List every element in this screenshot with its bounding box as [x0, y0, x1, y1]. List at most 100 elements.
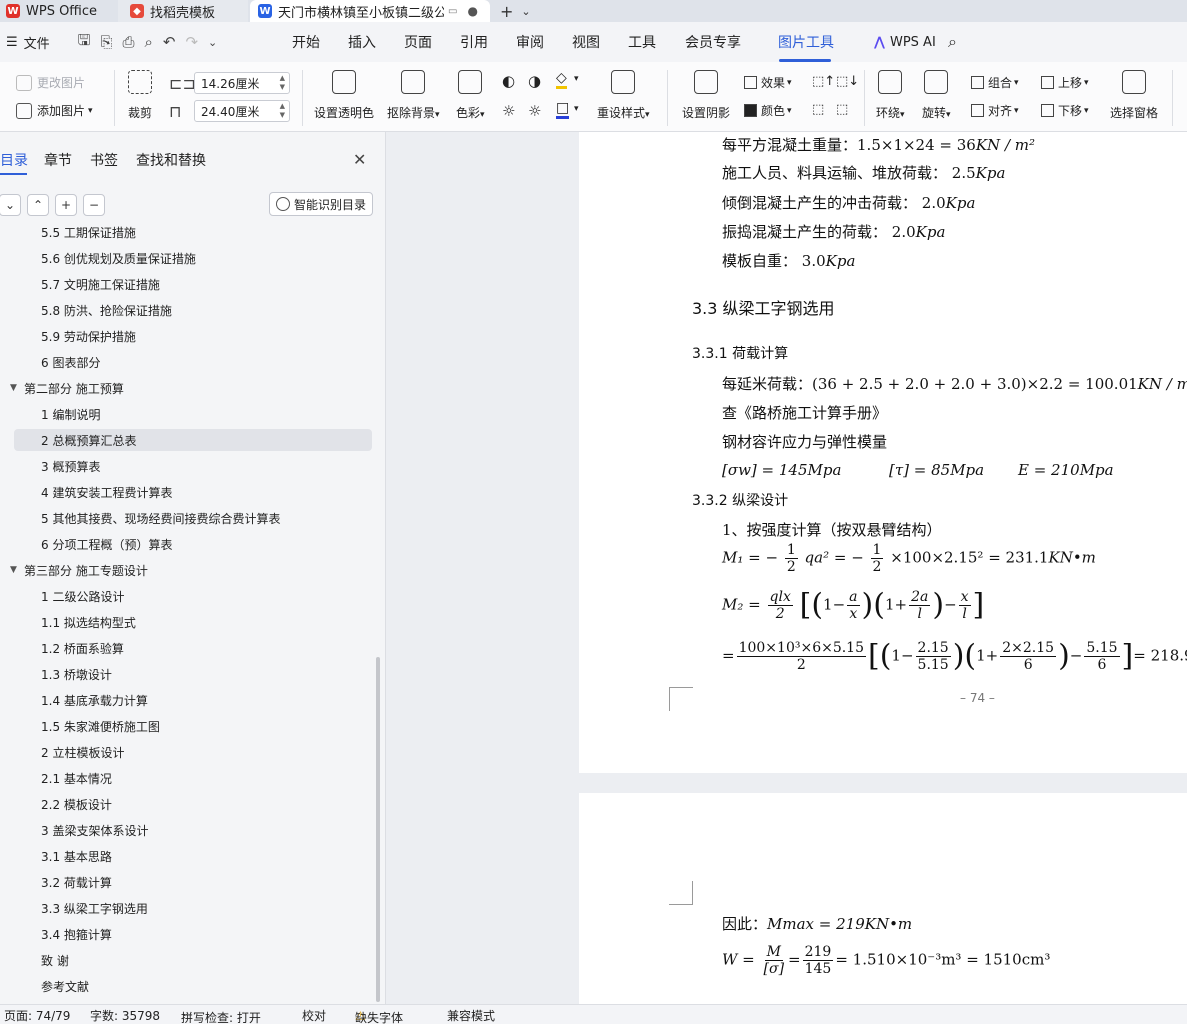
undo-icon[interactable]: ↶ [163, 33, 176, 51]
toc-item[interactable]: 参考文献 [14, 975, 372, 996]
shadow-color-button[interactable]: 颜色 ▾ [744, 102, 792, 119]
add-heading-button[interactable]: + [55, 194, 77, 216]
redo-icon[interactable]: ↷ [185, 33, 198, 51]
print-preview-icon[interactable]: ⌕ [144, 33, 152, 51]
shadow-left-icon[interactable]: ⬚ [812, 102, 824, 117]
toc-item[interactable]: 3 盖梁支架体系设计 [14, 819, 372, 841]
toc-item[interactable]: 6 分项工程概（预）算表 [14, 533, 372, 555]
toc-item[interactable]: 3.3 纵梁工字钢选用 [14, 897, 372, 919]
collapse-all-button[interactable]: ⌄ [0, 194, 21, 216]
toc-item[interactable]: 2.2 模板设计 [14, 793, 372, 815]
shadow-up-icon[interactable]: ⬚↑ [812, 74, 835, 89]
toc-item[interactable]: 5.6 创优规划及质量保证措施 [14, 247, 372, 269]
toc-item[interactable]: 1.3 桥墩设计 [14, 663, 372, 685]
toc-item[interactable]: 3.4 抱箍计算 [14, 923, 372, 945]
toc-item[interactable]: 5.8 防洪、抢险保证措施 [14, 299, 372, 321]
toc-item[interactable]: 3.1 基本思路 [14, 845, 372, 867]
fill-color-icon[interactable]: ◇ [556, 70, 567, 89]
spinner-icon[interactable]: ▲ ▼ [280, 74, 285, 92]
effects-button[interactable]: 效果 ▾ [744, 74, 792, 91]
toc-item[interactable]: 3 概预算表 [14, 455, 372, 477]
toc-item[interactable]: 6 图表部分 [14, 351, 372, 373]
caret-down-icon[interactable]: ▼ [10, 565, 17, 575]
toc-item[interactable]: 1 编制说明 [14, 403, 372, 425]
color-adjust-button[interactable]: 色彩▾ [456, 70, 485, 121]
toc-item[interactable]: 2 立柱模板设计 [14, 741, 372, 763]
group-button[interactable]: 组合 ▾ [971, 74, 1019, 91]
contrast-up-icon[interactable]: ◐ [502, 72, 515, 90]
toc-item[interactable]: 1 二级公路设计 [14, 585, 372, 607]
menu-view[interactable]: 视图 [572, 22, 600, 62]
close-icon[interactable]: ● [467, 4, 477, 18]
menu-review[interactable]: 审阅 [516, 22, 544, 62]
scrollbar[interactable] [376, 657, 380, 1002]
document-area[interactable]: 每平方混凝土重量：1.5×1×24 = 36KN / m² 施工人员、料具运输、… [387, 132, 1187, 1004]
tab-document[interactable]: W 天门市横林镇至小板镇二级公路 ▭ ● [250, 0, 490, 22]
menu-insert[interactable]: 插入 [348, 22, 376, 62]
shadow-right-icon[interactable]: ⬚ [836, 102, 848, 117]
brightness-down-icon[interactable]: ☼ [528, 102, 541, 120]
toc-item[interactable]: 5.9 劳动保护措施 [14, 325, 372, 347]
tab-toc[interactable]: 目录 [0, 150, 28, 170]
chevron-down-icon[interactable]: ▾ [574, 74, 579, 84]
promote-button[interactable]: ⌃ [27, 194, 49, 216]
more-icon[interactable]: ⌄ [208, 36, 217, 49]
word-count[interactable]: 字数: 35798 [90, 1007, 160, 1024]
set-shadow-button[interactable]: 设置阴影 [682, 70, 730, 121]
height-input[interactable]: 24.40厘米 ▲ ▼ [194, 100, 290, 122]
smart-toc-button[interactable]: 智能识别目录 [269, 192, 373, 216]
toc-item[interactable]: ▼ 第三部分 施工专题设计 [10, 559, 372, 581]
toc-item[interactable]: 1.4 基底承载力计算 [14, 689, 372, 711]
tab-chapters[interactable]: 章节 [44, 150, 72, 170]
toc-item[interactable]: 3.2 荷载计算 [14, 871, 372, 893]
toc-item[interactable]: 1.1 拟选结构型式 [14, 611, 372, 633]
selection-pane-button[interactable]: 选择窗格 [1110, 70, 1158, 121]
reset-style-button[interactable]: 重设样式▾ [597, 70, 650, 121]
spinner-icon[interactable]: ▲ ▼ [280, 102, 285, 120]
menu-tools[interactable]: 工具 [628, 22, 656, 62]
change-image-button[interactable]: 更改图片 [16, 74, 85, 91]
crop-button[interactable]: 裁剪 [128, 70, 152, 121]
search-icon[interactable]: ⌕ [948, 32, 957, 52]
menu-picture-tools[interactable]: 图片工具 [778, 22, 834, 62]
wrap-text-button[interactable]: 环绕▾ [876, 70, 905, 121]
rotate-button[interactable]: 旋转▾ [922, 70, 951, 121]
toc-item[interactable]: 5.7 文明施工保证措施 [14, 273, 372, 295]
menu-member[interactable]: 会员专享 [685, 22, 741, 62]
tab-wps-office[interactable]: W WPS Office [6, 0, 116, 22]
save-icon[interactable]: 🖫 [78, 30, 91, 55]
align-button[interactable]: 对齐 ▾ [971, 102, 1019, 119]
brightness-up-icon[interactable]: ☼ [502, 102, 515, 120]
save-as-icon[interactable]: ⎘ [100, 33, 112, 51]
print-icon[interactable]: ⎙ [122, 33, 134, 51]
caret-down-icon[interactable]: ▼ [10, 383, 17, 393]
toc-item[interactable]: 5.5 工期保证措施 [14, 226, 372, 243]
chevron-down-icon[interactable]: ⌄ [521, 5, 530, 18]
toc-item[interactable]: 2 总概预算汇总表 [14, 429, 372, 451]
add-image-button[interactable]: 添加图片 ▾ [16, 102, 93, 119]
menu-home[interactable]: 开始 [292, 22, 320, 62]
close-icon[interactable]: ✕ [353, 150, 366, 169]
tab-template[interactable]: ◆ 找稻壳模板 [118, 0, 248, 22]
wps-ai-button[interactable]: ⋀ WPS AI [874, 22, 936, 62]
set-transparent-button[interactable]: 设置透明色 [314, 70, 374, 121]
toc-item[interactable]: ▼ 第二部分 施工预算 [10, 377, 372, 399]
bring-forward-button[interactable]: 上移 ▾ [1041, 74, 1089, 91]
toc-item[interactable]: 致 谢 [14, 949, 372, 971]
toc-item[interactable]: 5 其他其接费、现场经费间接费综合费计算表 [14, 507, 372, 529]
width-input[interactable]: 14.26厘米 ▲ ▼ [194, 72, 290, 94]
page-indicator[interactable]: 页面: 74/79 [4, 1007, 70, 1024]
chevron-down-icon[interactable]: ▾ [574, 104, 579, 114]
toc-item[interactable]: 1.5 朱家滩便桥施工图 [14, 715, 372, 737]
menu-page[interactable]: 页面 [404, 22, 432, 62]
shadow-down-icon[interactable]: ⬚↓ [836, 74, 859, 89]
toc-item[interactable]: 1.2 桥面系验算 [14, 637, 372, 659]
new-tab-button[interactable]: + ⌄ [500, 0, 531, 22]
menu-references[interactable]: 引用 [460, 22, 488, 62]
remove-heading-button[interactable]: − [83, 194, 105, 216]
tab-find-replace[interactable]: 查找和替换 [136, 150, 206, 170]
proofread-button[interactable]: 校对 [302, 1007, 326, 1024]
toc-item[interactable]: 4 建筑安装工程费计算表 [14, 481, 372, 503]
outline-color-icon[interactable]: □ [556, 100, 570, 119]
send-backward-button[interactable]: 下移 ▾ [1041, 102, 1089, 119]
